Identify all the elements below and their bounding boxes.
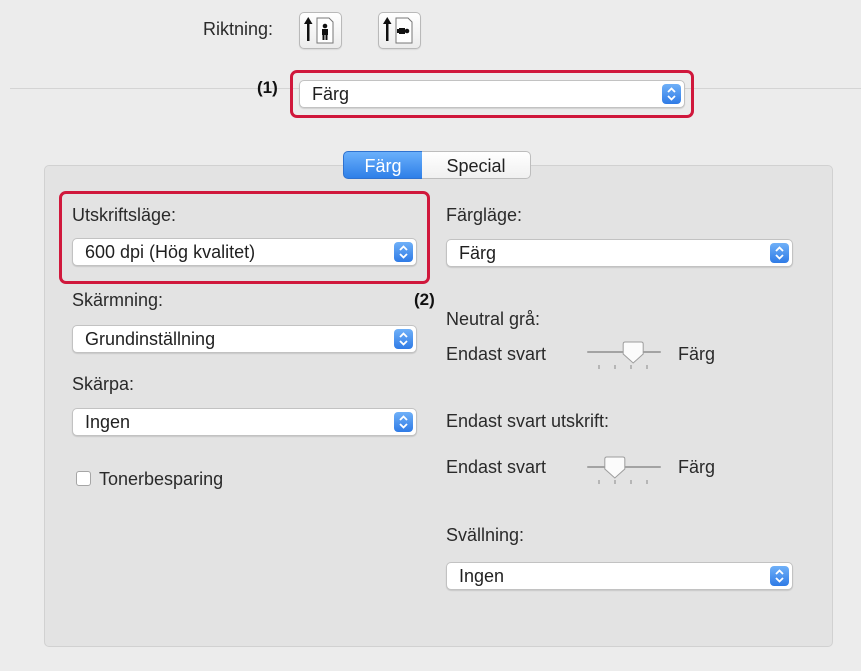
sharpness-select[interactable]: Ingen <box>72 408 417 436</box>
swelling-stepper-icon <box>770 566 789 586</box>
screening-select[interactable]: Grundinställning <box>72 325 417 353</box>
portrait-orientation-icon <box>304 17 334 44</box>
landscape-orientation-icon <box>383 17 413 44</box>
callout-1: (1) <box>257 78 278 97</box>
callout-2: (2) <box>414 290 435 309</box>
color-mode-label: Färgläge: <box>446 205 523 225</box>
color-mode-stepper-icon <box>770 243 789 263</box>
black-only-label: Endast svart utskrift: <box>446 411 610 431</box>
neutral-gray-slider[interactable] <box>587 341 661 371</box>
screening-value: Grundinställning <box>85 329 216 349</box>
sharpness-value: Ingen <box>85 412 131 432</box>
slider-ticks <box>598 480 648 484</box>
screening-label: Skärmning: <box>72 290 164 310</box>
panel-select-value: Färg <box>312 84 350 104</box>
landscape-orientation-button[interactable] <box>378 12 421 49</box>
print-mode-stepper-icon <box>394 242 413 262</box>
print-mode-value: 600 dpi (Hög kvalitet) <box>85 242 256 262</box>
swelling-select[interactable]: Ingen <box>446 562 793 590</box>
swelling-label: Svällning: <box>446 525 525 545</box>
black-only-max-label: Färg <box>678 457 716 477</box>
sharpness-label: Skärpa: <box>72 374 135 394</box>
neutral-gray-label: Neutral grå: <box>446 309 541 329</box>
toner-save-label: Tonerbesparing <box>99 469 224 489</box>
neutral-gray-min-label: Endast svart <box>446 344 547 364</box>
slider-thumb[interactable] <box>622 341 644 364</box>
color-mode-value: Färg <box>459 243 497 263</box>
panel-select[interactable]: Färg <box>299 80 685 108</box>
swelling-value: Ingen <box>459 566 505 586</box>
print-mode-label: Utskriftsläge: <box>72 205 177 225</box>
sharpness-stepper-icon <box>394 412 413 432</box>
screening-stepper-icon <box>394 329 413 349</box>
toner-save-checkbox[interactable] <box>76 471 91 486</box>
neutral-gray-max-label: Färg <box>678 344 716 364</box>
portrait-orientation-button[interactable] <box>299 12 342 49</box>
black-only-min-label: Endast svart <box>446 457 547 477</box>
color-mode-select[interactable]: Färg <box>446 239 793 267</box>
slider-thumb[interactable] <box>604 456 626 479</box>
black-only-slider[interactable] <box>587 456 661 486</box>
tab-color[interactable]: Färg <box>343 151 423 179</box>
tab-special[interactable]: Special <box>422 151 531 179</box>
panel-select-stepper-icon <box>662 84 681 104</box>
orientation-label: Riktning: <box>203 19 274 39</box>
slider-ticks <box>598 365 648 369</box>
print-mode-select[interactable]: 600 dpi (Hög kvalitet) <box>72 238 417 266</box>
